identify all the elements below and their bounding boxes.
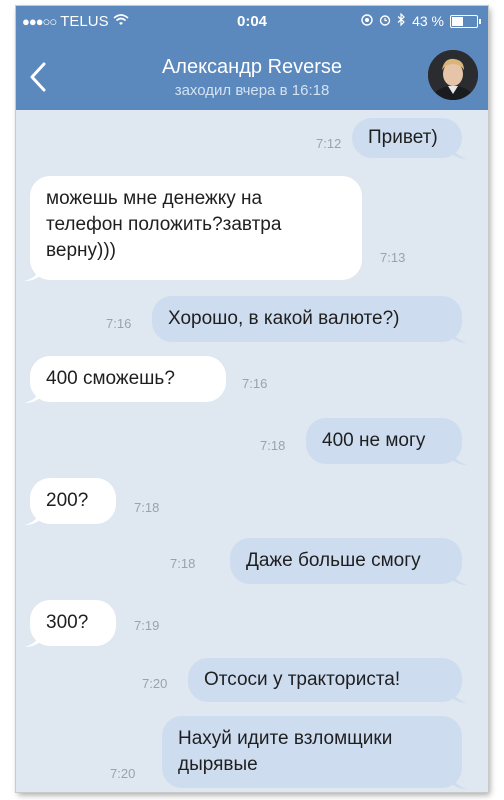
outgoing-message-bubble[interactable]: 400 не могу	[306, 418, 462, 464]
battery-level	[452, 16, 464, 26]
message-text: можешь мне денежку на телефон положить?з…	[46, 188, 282, 261]
outgoing-message-bubble[interactable]: Привет)	[352, 118, 462, 158]
status-bar: ●●●○○ TELUS 0:04 43 %	[16, 6, 488, 36]
message-timestamp: 7:18	[260, 438, 286, 453]
battery-percent: 43 %	[412, 13, 444, 29]
phone-screen: ●●●○○ TELUS 0:04 43 % Александр Reverse …	[16, 6, 488, 792]
status-right: 43 %	[361, 12, 481, 29]
message-text: 200?	[46, 490, 89, 511]
message-timestamp: 7:16	[106, 316, 132, 331]
message-text: Даже больше смогу	[246, 550, 421, 571]
outgoing-message-bubble[interactable]: Даже больше смогу	[230, 538, 462, 584]
battery-icon	[450, 14, 481, 28]
message-timestamp: 7:12	[316, 136, 342, 151]
bubble-tail	[452, 688, 468, 703]
message-timestamp: 7:18	[170, 556, 196, 571]
message-timestamp: 7:20	[110, 766, 136, 781]
bubble-tail	[24, 266, 40, 281]
message-text: Привет)	[368, 127, 438, 148]
bubble-tail	[452, 144, 468, 159]
bubble-tail	[452, 570, 468, 585]
message-text: Отсоси у тракториста!	[204, 669, 401, 690]
incoming-message-bubble[interactable]: можешь мне денежку на телефон положить?з…	[30, 176, 362, 280]
message-timestamp: 7:18	[134, 500, 160, 515]
bluetooth-icon	[397, 12, 406, 29]
message-timestamp: 7:20	[142, 676, 168, 691]
outgoing-message-bubble[interactable]: Нахуй идите взломщики дырявые	[162, 716, 462, 788]
bubble-tail	[24, 510, 40, 525]
message-timestamp: 7:13	[380, 250, 406, 265]
avatar[interactable]	[428, 50, 478, 100]
bubble-tail	[452, 450, 468, 465]
outgoing-message-bubble[interactable]: Отсоси у тракториста!	[188, 658, 462, 702]
bubble-tail	[452, 774, 468, 789]
chat-header: ●●●○○ TELUS 0:04 43 % Александр Reverse …	[16, 6, 488, 110]
message-text: 400 не могу	[322, 430, 426, 451]
message-timestamp: 7:16	[242, 376, 268, 391]
last-seen-status: заходил вчера в 16:18	[174, 82, 330, 99]
incoming-message-bubble[interactable]: 200?	[30, 478, 116, 524]
message-text: 400 сможешь?	[46, 368, 175, 389]
bubble-tail	[24, 632, 40, 647]
bubble-tail	[24, 388, 40, 403]
bubble-tail	[452, 328, 468, 343]
message-text: 300?	[46, 612, 89, 633]
alarm-icon	[379, 13, 391, 29]
message-timestamp: 7:19	[134, 618, 160, 633]
message-list[interactable]: Привет) 7:12 можешь мне денежку на телефон…	[16, 110, 488, 792]
message-text: Хорошо, в какой валюте?)	[168, 308, 400, 329]
location-icon	[361, 13, 373, 29]
outgoing-message-bubble[interactable]: Хорошо, в какой валюте?)	[152, 296, 462, 342]
incoming-message-bubble[interactable]: 400 сможешь?	[30, 356, 226, 402]
incoming-message-bubble[interactable]: 300?	[30, 600, 116, 646]
message-text: Нахуй идите взломщики дырявые	[178, 728, 393, 775]
profile-photo-icon	[428, 50, 478, 100]
contact-name[interactable]: Александр Reverse	[16, 56, 488, 79]
